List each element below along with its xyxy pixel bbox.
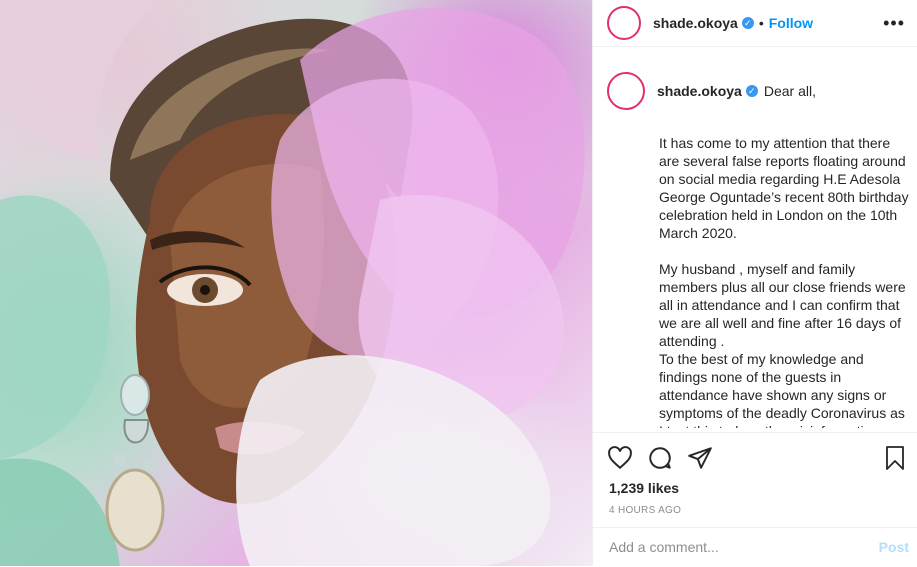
action-bar xyxy=(593,432,917,485)
verified-icon: ✓ xyxy=(741,17,754,29)
caption-first-line: Dear all, xyxy=(763,83,816,99)
caption-username-link[interactable]: shade.okoya xyxy=(657,82,742,100)
post-header: shade.okoya ✓ • Follow ••• xyxy=(593,0,917,47)
more-options-icon[interactable]: ••• xyxy=(883,13,905,34)
post-sidebar: shade.okoya ✓ • Follow ••• shade.okoya ✓… xyxy=(592,0,917,566)
post-timestamp[interactable]: 4 HOURS AGO xyxy=(609,505,681,516)
paper-plane-icon[interactable] xyxy=(687,445,713,476)
post-comment-button[interactable]: Post xyxy=(879,539,909,555)
avatar[interactable] xyxy=(607,6,641,40)
comment-icon[interactable] xyxy=(647,445,673,476)
heart-icon[interactable] xyxy=(607,445,633,476)
portrait-illustration xyxy=(0,0,585,566)
comment-bar: Post xyxy=(593,527,917,567)
caption-text: It has come to my attention that there a… xyxy=(659,135,909,428)
separator-dot: • xyxy=(758,15,764,31)
caption: shade.okoya ✓ Dear all, It has come to m… xyxy=(607,72,911,428)
follow-button[interactable]: Follow xyxy=(769,15,813,31)
likes-count[interactable]: 1,239 likes xyxy=(609,480,679,496)
verified-icon: ✓ xyxy=(745,85,758,97)
caption-header: shade.okoya ✓ Dear all, xyxy=(607,72,911,110)
post-image[interactable] xyxy=(0,0,592,566)
username-link[interactable]: shade.okoya xyxy=(653,15,738,31)
caption-avatar[interactable] xyxy=(607,72,645,110)
bookmark-icon[interactable] xyxy=(883,445,907,476)
comment-input[interactable] xyxy=(607,538,851,556)
